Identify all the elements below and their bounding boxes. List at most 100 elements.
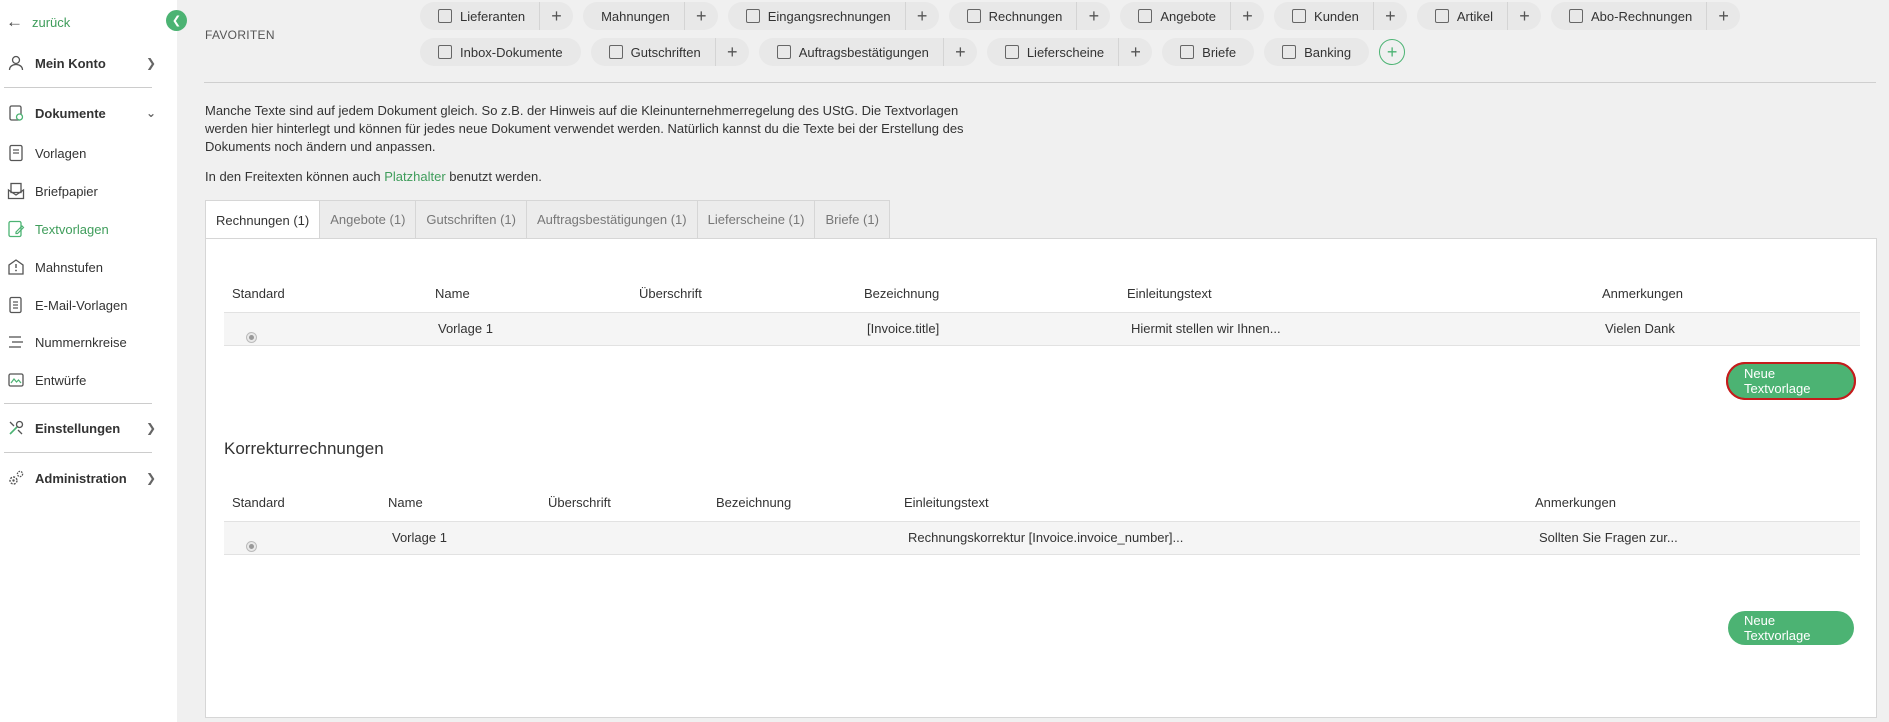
favorite-add-button[interactable]: + xyxy=(714,38,749,66)
sidebar-item-mahnstufen[interactable]: Mahnstufen xyxy=(0,252,160,282)
order-confirmation-icon xyxy=(776,45,791,59)
chevron-right-icon: ❯ xyxy=(145,56,157,70)
favorite-label: Abo-Rechnungen xyxy=(1590,8,1693,24)
favorite-link[interactable]: Artikel xyxy=(1417,2,1507,30)
new-text-template-button-korrektur[interactable]: Neue Textvorlage xyxy=(1728,611,1854,645)
credit-note-icon xyxy=(608,45,623,59)
favorite-chip-lieferscheine[interactable]: Lieferscheine + xyxy=(986,38,1153,66)
favorite-link[interactable]: Briefe xyxy=(1162,38,1254,66)
favorite-label: Kunden xyxy=(1314,8,1359,24)
supplier-icon xyxy=(438,9,452,23)
favorite-add-button[interactable]: + xyxy=(942,38,977,66)
sidebar-item-email-vorlagen[interactable]: E-Mail-Vorlagen xyxy=(0,290,160,320)
plus-icon: + xyxy=(1718,5,1729,26)
tab-rechnungen[interactable]: Rechnungen (1) xyxy=(205,200,321,239)
gears-icon xyxy=(6,468,26,488)
add-favorite-button[interactable]: + xyxy=(1379,39,1406,65)
sidebar-item-label: Entwürfe xyxy=(35,372,87,388)
sidebar-item-label: Vorlagen xyxy=(35,145,87,161)
favorite-link[interactable]: Lieferscheine xyxy=(987,38,1118,66)
favorite-chip-briefe[interactable]: Briefe xyxy=(1162,38,1255,66)
favorite-add-button[interactable]: + xyxy=(1076,2,1110,30)
placeholder-link[interactable]: Platzhalter xyxy=(384,169,445,184)
favorite-chip-eingangsrechnungen[interactable]: Eingangsrechnungen + xyxy=(727,2,939,30)
tab-auftragsbestaetigungen[interactable]: Auftragsbestätigungen (1) xyxy=(526,200,698,238)
favorite-add-button[interactable]: + xyxy=(1706,2,1740,30)
favorites-row-2: Inbox-Dokumente Gutschriften + Auftragsb… xyxy=(420,38,1880,66)
sidebar-item-label: Mein Konto xyxy=(35,55,106,71)
sidebar-item-vorlagen[interactable]: Vorlagen xyxy=(0,138,160,168)
cell-einleitungstext: Rechnungskorrektur [Invoice.invoice_numb… xyxy=(908,530,1184,545)
documents-icon xyxy=(6,103,26,123)
favorite-link[interactable]: Abo-Rechnungen xyxy=(1551,2,1706,30)
chevron-right-icon: ❯ xyxy=(145,471,157,485)
favorite-chip-abo-rechnungen[interactable]: Abo-Rechnungen + xyxy=(1550,2,1741,30)
favorite-chip-angebote[interactable]: Angebote + xyxy=(1120,2,1265,30)
sidebar-item-administration[interactable]: Administration ❯ xyxy=(0,463,160,493)
collapse-sidebar-button[interactable]: ❮ xyxy=(166,10,187,31)
favorite-add-button[interactable]: + xyxy=(1506,2,1541,30)
favorite-link[interactable]: Auftragsbestätigungen xyxy=(759,38,943,66)
favorite-link[interactable]: Eingangsrechnungen xyxy=(728,2,905,30)
email-template-icon xyxy=(6,295,26,315)
favorite-chip-lieferanten[interactable]: Lieferanten + xyxy=(420,2,574,30)
favorite-chip-banking[interactable]: Banking xyxy=(1264,38,1370,66)
back-link[interactable]: ← zurück xyxy=(6,12,70,32)
sidebar-item-textvorlagen[interactable]: Textvorlagen xyxy=(0,214,160,244)
delivery-note-icon xyxy=(1004,45,1019,59)
placeholder-hint: In den Freitexten können auch Platzhalte… xyxy=(205,169,542,184)
favorite-chip-mahnungen[interactable]: Mahnungen + xyxy=(583,2,718,30)
new-text-template-button[interactable]: Neue Textvorlage xyxy=(1726,362,1856,400)
tab-angebote[interactable]: Angebote (1) xyxy=(319,200,417,238)
tab-lieferscheine[interactable]: Lieferscheine (1) xyxy=(696,200,816,238)
column-header-einleitungstext: Einleitungstext xyxy=(904,495,989,510)
favorite-link[interactable]: Kunden xyxy=(1274,2,1373,30)
sidebar-item-label: Textvorlagen xyxy=(35,221,109,237)
favorite-chip-inbox-dokumente[interactable]: Inbox-Dokumente xyxy=(420,38,581,66)
favorite-label: Eingangsrechnungen xyxy=(767,8,891,24)
letterhead-icon xyxy=(6,181,26,201)
plus-icon: + xyxy=(916,5,928,26)
sidebar-item-einstellungen[interactable]: Einstellungen ❯ xyxy=(0,413,160,443)
favorite-link[interactable]: Rechnungen xyxy=(949,2,1077,30)
cell-einleitungstext: Hiermit stellen wir Ihnen... xyxy=(1131,321,1281,336)
bank-icon xyxy=(1282,45,1297,59)
favorite-chip-kunden[interactable]: Kunden + xyxy=(1274,2,1407,30)
sidebar-item-entwuerfe[interactable]: Entwürfe xyxy=(0,365,160,395)
table-header: Standard Name Überschrift Bezeichnung Ei… xyxy=(224,286,1864,304)
sidebar-item-label: E-Mail-Vorlagen xyxy=(35,297,128,313)
plus-icon: + xyxy=(695,5,707,26)
favorite-link[interactable]: Mahnungen xyxy=(583,2,684,30)
column-header-anmerkungen: Anmerkungen xyxy=(1602,286,1683,301)
favorite-add-button[interactable]: + xyxy=(683,2,718,30)
favorite-link[interactable]: Inbox-Dokumente xyxy=(420,38,581,66)
tab-gutschriften[interactable]: Gutschriften (1) xyxy=(415,200,527,238)
tab-briefe[interactable]: Briefe (1) xyxy=(814,200,890,238)
sidebar-item-label: Dokumente xyxy=(35,105,106,121)
favorite-link[interactable]: Banking xyxy=(1264,38,1369,66)
sidebar-item-nummernkreise[interactable]: Nummernkreise xyxy=(0,327,160,357)
sidebar-item-briefpapier[interactable]: Briefpapier xyxy=(0,176,160,206)
favorite-add-button[interactable]: + xyxy=(1118,38,1152,66)
sidebar-item-dokumente[interactable]: Dokumente ⌄ xyxy=(0,98,160,128)
favorite-chip-artikel[interactable]: Artikel + xyxy=(1416,2,1541,30)
table-row[interactable]: Vorlage 1 Rechnungskorrektur [Invoice.in… xyxy=(224,521,1860,555)
sidebar-item-mein-konto[interactable]: Mein Konto ❯ xyxy=(0,48,160,78)
favorite-label: Artikel xyxy=(1456,8,1493,24)
favorite-link[interactable]: Gutschriften xyxy=(591,38,715,66)
favorite-chip-auftragsbestaetigungen[interactable]: Auftragsbestätigungen + xyxy=(758,38,977,66)
invoice-icon xyxy=(966,9,981,23)
favorite-chip-rechnungen[interactable]: Rechnungen + xyxy=(948,2,1111,30)
plus-icon: + xyxy=(1088,5,1100,26)
favorite-link[interactable]: Lieferanten xyxy=(420,2,539,30)
favorite-label: Angebote xyxy=(1160,8,1217,24)
favorite-link[interactable]: Angebote xyxy=(1120,2,1230,30)
favorite-add-button[interactable]: + xyxy=(904,2,939,30)
column-header-standard: Standard xyxy=(232,286,285,301)
favorite-add-button[interactable]: + xyxy=(1372,2,1407,30)
favorite-add-button[interactable]: + xyxy=(1230,2,1264,30)
favorite-add-button[interactable]: + xyxy=(539,2,573,30)
favorite-chip-gutschriften[interactable]: Gutschriften + xyxy=(590,38,749,66)
table-row[interactable]: Vorlage 1 [Invoice.title] Hiermit stelle… xyxy=(224,312,1860,346)
inbox-icon xyxy=(438,45,452,59)
